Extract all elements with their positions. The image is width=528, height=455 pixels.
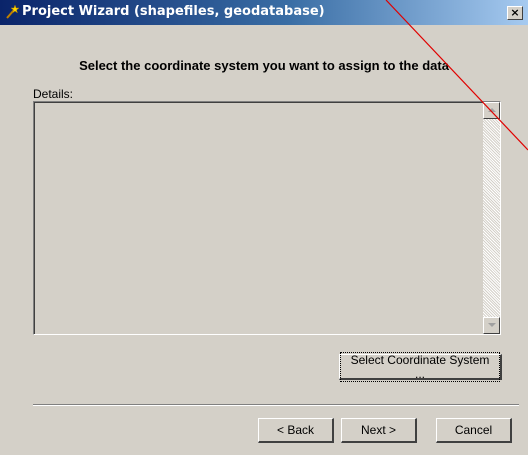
scroll-up-arrow-icon [488,108,496,112]
scroll-down-button[interactable] [483,317,500,334]
scroll-down-arrow-icon [488,323,496,327]
close-button[interactable]: × [507,6,523,20]
details-scrollbar[interactable] [483,102,500,334]
back-button-label: < Back [276,423,315,437]
wizard-wand-icon [6,4,20,19]
next-button[interactable]: Next > [341,418,417,443]
window-title: Project Wizard (shapefiles, geodatabase) [22,4,325,19]
title-bar[interactable]: Project Wizard (shapefiles, geodatabase)… [0,0,528,25]
details-content [34,102,500,334]
cancel-button[interactable]: Cancel [436,418,512,443]
back-button[interactable]: < Back [258,418,334,443]
cancel-button-label: Cancel [454,423,493,437]
separator [33,404,519,406]
details-textarea[interactable] [33,101,501,335]
details-label: Details: [33,87,74,101]
page-heading: Select the coordinate system you want to… [79,58,449,73]
select-coordinate-system-button[interactable]: Select Coordinate System ... [339,351,502,382]
next-button-label: Next > [360,423,396,437]
select-coordinate-system-label: Select Coordinate System ... [340,351,500,382]
close-icon: × [510,6,520,19]
scroll-up-button[interactable] [483,102,500,119]
